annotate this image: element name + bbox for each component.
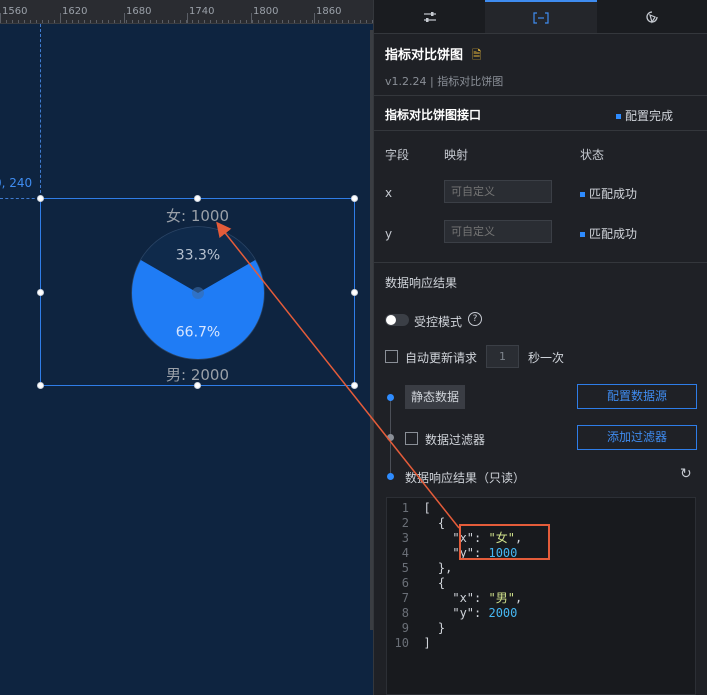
code-line: 7 "x": "男", xyxy=(401,591,523,605)
resize-handle-left[interactable] xyxy=(37,289,44,296)
horizontal-guide-line xyxy=(0,198,40,199)
config-datasource-button[interactable]: 配置数据源 xyxy=(577,384,697,409)
divider xyxy=(374,95,707,96)
vertical-guide-line xyxy=(40,24,41,198)
help-icon[interactable]: ? xyxy=(468,312,482,326)
resize-handle-bottom-right[interactable] xyxy=(351,382,358,389)
position-coordinate-label: 0, 240 xyxy=(0,176,33,190)
ruler-label: 1620 xyxy=(62,6,88,17)
code-line: 5 }, xyxy=(401,561,453,575)
auto-update-checkbox[interactable] xyxy=(385,350,398,363)
resize-handle-bottom[interactable] xyxy=(194,382,201,389)
mapping-input-x[interactable] xyxy=(444,180,552,203)
field-name-y: y xyxy=(385,227,393,241)
static-data-button[interactable]: 静态数据 xyxy=(405,385,466,409)
match-status-x: 匹配成功 xyxy=(580,185,637,202)
refresh-icon[interactable]: ↻ xyxy=(680,466,692,482)
auto-update-label: 自动更新请求 xyxy=(405,351,478,365)
resize-handle-top-right[interactable] xyxy=(351,195,358,202)
highlight-annotation-box xyxy=(459,524,550,560)
pie-chart-widget[interactable]: 女: 1000 33.3% 66.7% 男: 2000 xyxy=(40,198,355,386)
response-section-title: 数据响应结果 xyxy=(385,276,458,290)
flow-dot xyxy=(387,473,394,480)
controlled-mode-label: 受控模式 xyxy=(414,315,463,329)
pie-percent-label: 33.3% xyxy=(176,248,220,264)
api-status: 配置完成 xyxy=(615,107,673,124)
header-field: 字段 xyxy=(385,148,410,162)
code-line: 6 { xyxy=(401,576,446,590)
filter-checkbox[interactable] xyxy=(405,432,418,445)
add-filter-button[interactable]: 添加过滤器 xyxy=(577,425,697,450)
field-name-x: x xyxy=(385,186,393,200)
controlled-mode-toggle[interactable] xyxy=(385,314,409,326)
response-readonly-label: 数据响应结果（只读） xyxy=(405,471,526,485)
editor-canvas[interactable]: 156016201680174018001860 0, 240 女: 1000 … xyxy=(0,0,373,695)
ruler-label: 1860 xyxy=(316,6,342,17)
filter-label: 数据过滤器 xyxy=(425,433,486,447)
flow-dot xyxy=(387,434,394,441)
code-line: 8 "y": 2000 xyxy=(401,606,518,620)
pie-percent-label: 66.7% xyxy=(176,324,220,340)
tab-interaction[interactable] xyxy=(597,0,707,33)
mapping-input-y[interactable] xyxy=(444,220,552,243)
flow-dot xyxy=(387,394,394,401)
header-state: 状态 xyxy=(580,148,605,162)
config-panel: 指标对比饼图 🗎 v1.2.24 | 指标对比饼图 指标对比饼图接口 配置完成 … xyxy=(373,0,707,695)
component-header: 指标对比饼图 🗎 v1.2.24 | 指标对比饼图 xyxy=(385,44,503,89)
component-version: v1.2.24 | 指标对比饼图 xyxy=(385,75,504,88)
ruler-label: 1560 xyxy=(2,6,28,17)
ruler-label: 1680 xyxy=(126,6,152,17)
bracket-icon xyxy=(533,11,549,24)
document-icon[interactable]: 🗎 xyxy=(472,46,482,67)
rotate-icon xyxy=(646,10,658,23)
panel-tabs xyxy=(374,0,707,34)
divider xyxy=(374,130,707,131)
pie-chart: 33.3% 66.7% xyxy=(131,226,265,360)
resize-handle-top-left[interactable] xyxy=(37,195,44,202)
component-title: 指标对比饼图 xyxy=(385,48,464,63)
pie-center-dot xyxy=(192,287,204,299)
interval-unit: 秒一次 xyxy=(528,351,565,365)
code-line: 1 [ xyxy=(401,501,431,515)
match-status-y: 匹配成功 xyxy=(580,225,637,242)
divider xyxy=(374,262,707,263)
tab-data[interactable] xyxy=(485,0,597,33)
ruler-label: 1800 xyxy=(253,6,279,17)
code-line: 9 } xyxy=(401,621,446,635)
ruler-label: 1740 xyxy=(189,6,215,17)
header-mapping: 映射 xyxy=(444,148,469,162)
sliders-icon xyxy=(423,11,436,22)
code-line: 2 { xyxy=(401,516,446,530)
horizontal-ruler: 1560 1620 1680 1740 1800 1860 xyxy=(0,0,373,24)
tab-style[interactable] xyxy=(374,0,485,33)
resize-handle-top[interactable] xyxy=(194,195,201,202)
resize-handle-bottom-left[interactable] xyxy=(37,382,44,389)
resize-handle-right[interactable] xyxy=(351,289,358,296)
response-code-editor[interactable]: 1 [2 {3 "x": "女", 4 "y": 1000 5 }, 6 {7 "x"… xyxy=(386,497,696,695)
code-line: 10 ] xyxy=(394,636,431,650)
api-title: 指标对比饼图接口 xyxy=(385,108,482,122)
interval-input[interactable] xyxy=(486,345,519,368)
